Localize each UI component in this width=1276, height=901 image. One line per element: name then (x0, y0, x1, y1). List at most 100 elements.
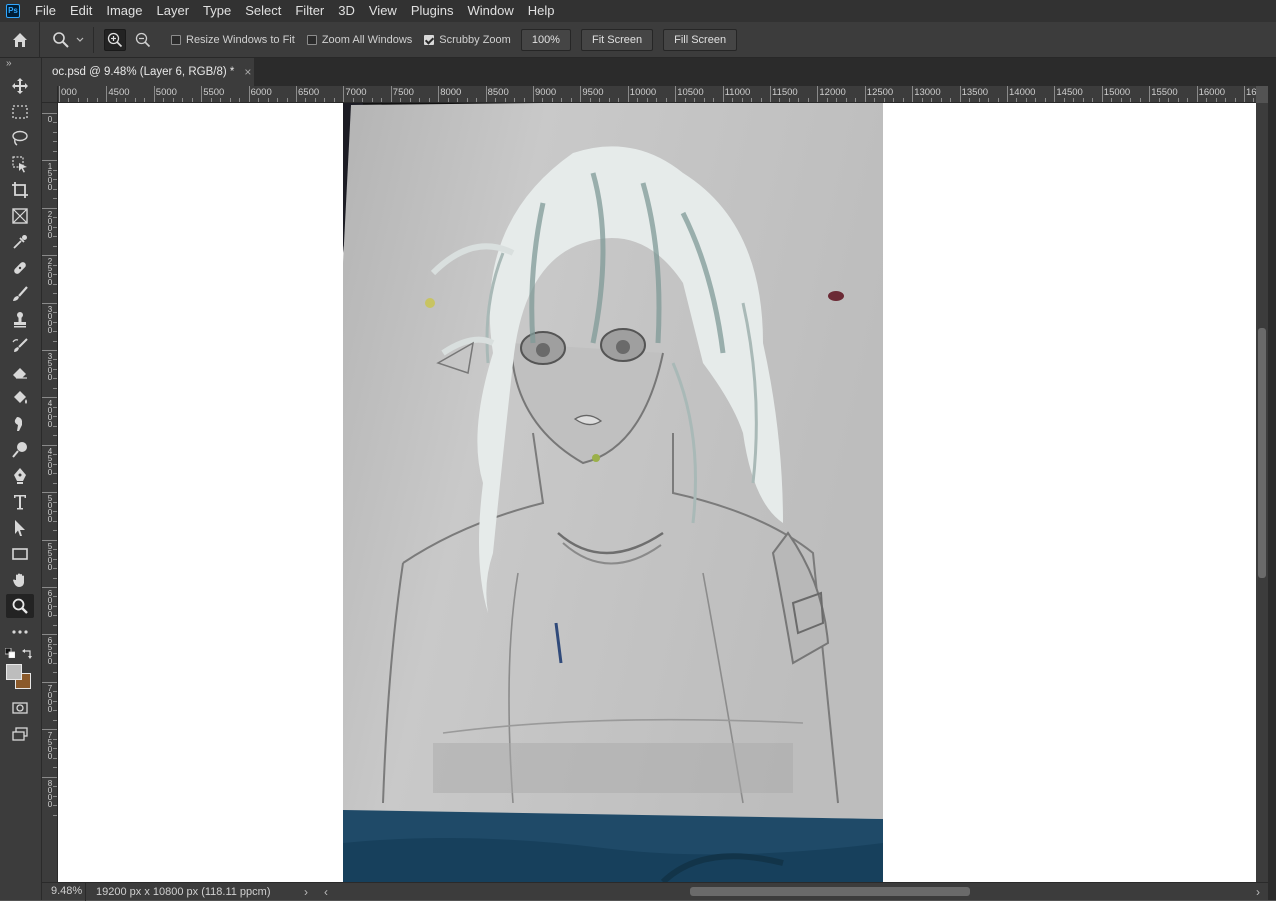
close-icon[interactable]: × (244, 65, 251, 79)
ruler-h-minor-tick (618, 98, 620, 102)
zoom-all-windows-option[interactable]: Zoom All Windows (306, 34, 412, 46)
scrubby-zoom-label: Scrubby Zoom (439, 33, 511, 46)
healing-brush-tool[interactable] (6, 256, 34, 280)
zoom-100-button[interactable]: 100% (520, 28, 571, 51)
menu-view[interactable]: View (362, 0, 404, 22)
ruler-h-minor-tick (144, 98, 146, 102)
hand-tool-icon (13, 573, 24, 587)
eraser-tool-icon (13, 368, 27, 379)
ruler-h-minor-tick (893, 98, 895, 102)
type-tool[interactable] (6, 490, 34, 514)
default-colors-icon[interactable] (5, 648, 15, 658)
fill-screen-button[interactable]: Fill Screen (663, 28, 738, 51)
lasso-tool[interactable] (6, 126, 34, 150)
vertical-scrollbar[interactable] (1256, 103, 1268, 882)
ruler-h-label: 15500 (1151, 87, 1178, 98)
hand-tool[interactable] (6, 568, 34, 592)
ruler-v-minor-tick (53, 179, 57, 181)
ruler-origin[interactable] (42, 86, 58, 103)
tool-preset-picker[interactable] (40, 26, 94, 53)
ruler-h-minor-tick (466, 98, 468, 102)
status-menu-chevron-icon[interactable]: › (296, 885, 316, 899)
ruler-v-minor-tick (53, 719, 57, 721)
menu-image[interactable]: Image (99, 0, 149, 22)
ruler-v-minor-tick (53, 473, 57, 475)
paint-bucket-tool[interactable] (6, 386, 34, 410)
dodge-tool[interactable] (6, 438, 34, 462)
path-select-tool[interactable] (6, 516, 34, 540)
ruler-v-minor-tick (53, 482, 57, 484)
zoom-all-windows-checkbox[interactable] (306, 34, 317, 45)
screen-mode-icon (12, 727, 28, 741)
brush-tool[interactable] (6, 282, 34, 306)
ruler-h-minor-tick (220, 98, 222, 102)
ruler-h-minor-tick (400, 98, 402, 102)
horizontal-scrollbar[interactable] (336, 883, 1248, 901)
menu-help[interactable]: Help (521, 0, 562, 22)
ruler-v-tick (42, 634, 57, 636)
object-select-tool[interactable] (6, 152, 34, 176)
menu-type[interactable]: Type (196, 0, 238, 22)
ruler-h-tick (580, 86, 582, 102)
zoom-in-button[interactable] (104, 28, 126, 51)
ruler-h-minor-tick (570, 98, 572, 102)
document-tab[interactable]: oc.psd @ 9.48% (Layer 6, RGB/8) * × (42, 58, 254, 86)
clone-stamp-tool[interactable] (6, 308, 34, 332)
menu-plugins[interactable]: Plugins (404, 0, 461, 22)
menu-edit[interactable]: Edit (63, 0, 99, 22)
horizontal-scroll-thumb[interactable] (690, 886, 970, 896)
frame-tool[interactable] (6, 204, 34, 228)
zoom-tool[interactable] (6, 594, 34, 618)
ruler-h-minor-tick (694, 98, 696, 102)
resize-windows-option[interactable]: Resize Windows to Fit (171, 34, 295, 46)
menu-window[interactable]: Window (460, 0, 520, 22)
horizontal-ruler[interactable]: 000 4500 5000 5500 6000 6500 7000 7500 8000 8500 9… (58, 86, 1256, 103)
swap-colors-icon[interactable] (22, 648, 33, 659)
ruler-h-label: 12500 (866, 87, 894, 98)
ruler-h-minor-tick (732, 98, 734, 102)
zoom-out-button[interactable] (132, 29, 154, 51)
screen-mode-button[interactable] (6, 722, 34, 746)
collapse-panel-icon[interactable]: » (0, 58, 41, 72)
ruler-v-tick (42, 492, 57, 494)
more-tools[interactable] (6, 620, 34, 644)
menu-file[interactable]: File (28, 0, 63, 22)
scroll-left-icon[interactable]: ‹ (316, 885, 336, 899)
menu-select[interactable]: Select (238, 0, 288, 22)
scrubby-zoom-option[interactable]: Scrubby Zoom (424, 34, 511, 46)
eyedropper-tool[interactable] (6, 230, 34, 254)
ruler-v-tick (42, 444, 57, 446)
ruler-h-minor-tick (608, 98, 610, 102)
crop-tool[interactable] (6, 178, 34, 202)
menu-layer[interactable]: Layer (150, 0, 197, 22)
ruler-h-minor-tick (371, 98, 373, 102)
move-tool[interactable] (6, 74, 34, 98)
scroll-right-icon[interactable]: › (1248, 885, 1268, 899)
rectangle-tool[interactable] (6, 542, 34, 566)
vertical-ruler[interactable]: 0150020002500300035004000450050005500600… (42, 103, 58, 882)
home-button[interactable] (0, 21, 40, 58)
ruler-v-minor-tick (53, 188, 57, 190)
menu-filter[interactable]: Filter (288, 0, 331, 22)
foreground-color-swatch[interactable] (6, 664, 22, 680)
fit-screen-button[interactable]: Fit Screen (580, 28, 654, 51)
history-brush-tool[interactable] (6, 334, 34, 358)
ruler-h-minor-tick (305, 98, 307, 102)
smudge-tool[interactable] (6, 412, 34, 436)
status-zoom-level[interactable]: 9.48% (42, 882, 86, 901)
ruler-h-tick (248, 86, 250, 102)
chevron-down-icon (76, 37, 84, 42)
ruler-h-minor-tick (258, 98, 260, 102)
ruler-v-minor-tick (53, 236, 57, 238)
ruler-v-tick (42, 160, 57, 162)
ruler-h-minor-tick (646, 98, 648, 102)
scrubby-zoom-checkbox[interactable] (424, 34, 435, 45)
quick-mask-button[interactable] (6, 696, 34, 720)
vertical-scroll-thumb[interactable] (1258, 328, 1266, 578)
marquee-tool[interactable] (6, 100, 34, 124)
menu-3d[interactable]: 3D (331, 0, 362, 22)
document-canvas[interactable] (58, 103, 1256, 882)
pen-tool[interactable] (6, 464, 34, 488)
eraser-tool[interactable] (6, 360, 34, 384)
resize-windows-checkbox[interactable] (171, 34, 181, 45)
